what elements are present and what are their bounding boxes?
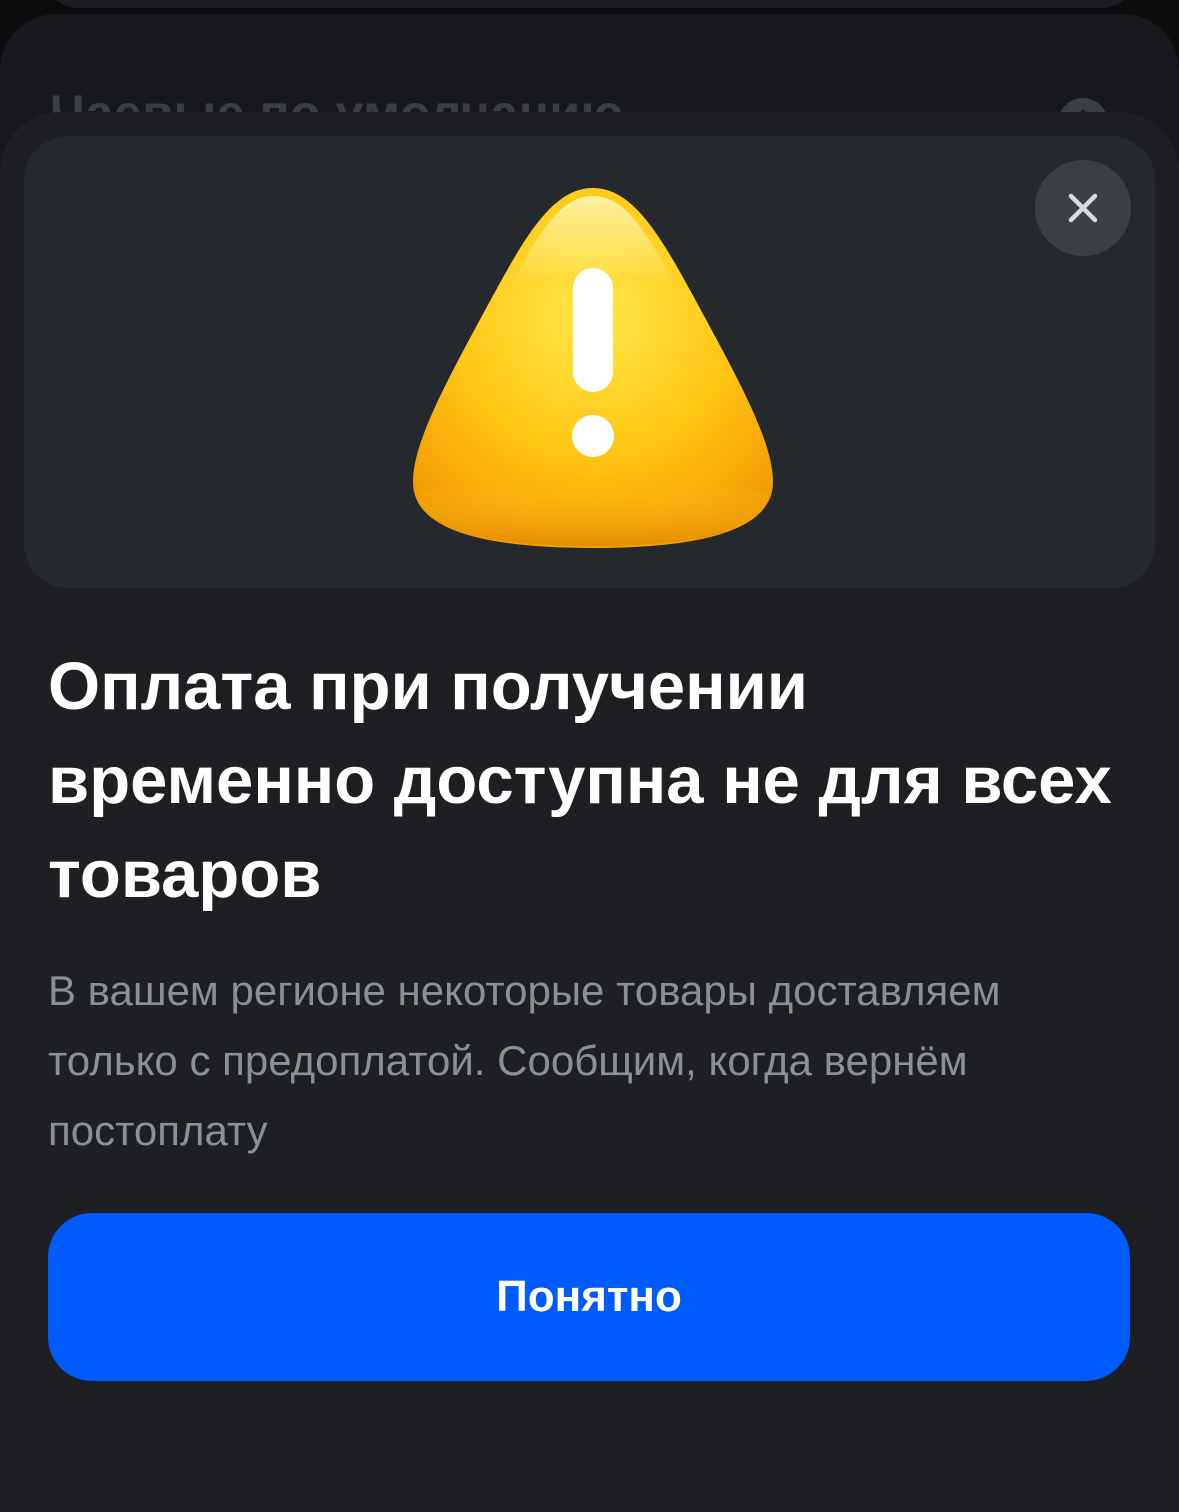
illustration-panel (24, 136, 1155, 588)
warning-triangle-icon (413, 188, 773, 548)
close-button[interactable] (1035, 160, 1131, 256)
background-card-top (40, 0, 1140, 8)
modal-description: В вашем регионе некоторые товары доставл… (48, 967, 1001, 1154)
modal-title: Оплата при получении временно доступна н… (48, 649, 1112, 912)
understood-button[interactable]: Понятно (48, 1213, 1130, 1381)
close-icon (1068, 193, 1098, 223)
